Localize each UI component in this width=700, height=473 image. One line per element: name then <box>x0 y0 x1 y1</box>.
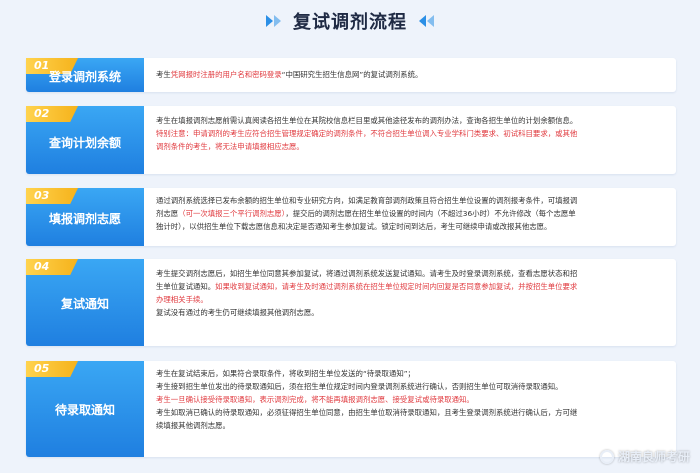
step-card-03: 03 填报调剂志愿 通过调剂系统选择已发布余额的招生单位和专业研究方向，如满足教育部… <box>26 188 676 246</box>
description-line: 通过调剂系统选择已发布余额的招生单位和专业研究方向，如满足教育部调剂政策且符合招… <box>156 194 662 207</box>
description-line: 考生在填报调剂志愿前需认真阅读各招生单位在其院校信息栏目里或其他途径发布的调剂办… <box>156 114 662 127</box>
step-number-badge: 05 <box>26 361 78 377</box>
description-line: 独计时），以供招生单位下载志愿信息和决定是否通知考生参加复试。锁定时间到达后，考… <box>156 220 662 233</box>
weibo-logo-icon <box>599 449 614 464</box>
step-header: 02 查询计划余额 <box>26 106 144 174</box>
step-card-02: 02 查询计划余额 考生在填报调剂志愿前需认真阅读各招生单位在其院校信息栏目里或其他… <box>26 106 676 174</box>
highlight-text: 凭网报时注册的用户名和密码登录 <box>170 70 282 79</box>
page-title-bar: 复试调剂流程 <box>0 6 700 36</box>
description-line: 考生接到招生单位发出的待录取通知后，须在招生单位规定时间内登录调剂系统进行确认，… <box>156 380 662 393</box>
description-line: 复试没有通过的考生仍可继续填报其他调剂志愿。 <box>156 306 662 319</box>
step-description: 考生凭网报时注册的用户名和密码登录“中国研究生招生信息网”的复试调剂系统。 <box>156 68 662 81</box>
step-card-05: 05 待录取通知 考生在复试结束后，如果符合录取条件，将收到招生单位发送的“待录取通… <box>26 361 676 457</box>
highlight-text: 调剂条件的考生，将无法申请填报相应志愿。 <box>156 142 304 151</box>
body-text: 生单位复试通知。 <box>156 282 216 291</box>
body-text: 考生如取消已确认的待录取通知，必须征得招生单位同意，由招生单位取消待录取通知，且… <box>156 408 578 417</box>
body-text: 续填报其他调剂志愿。 <box>156 421 230 430</box>
body-text: 独计时），以供招生单位下载志愿信息和决定是否通知考生参加复试。锁定时间到达后，考… <box>156 222 552 231</box>
description-line: 特别注意：申请调剂的考生应符合招生管理规定确定的调剂条件，不符合招生单位调入专业… <box>156 127 662 140</box>
watermark: 湖南良师考研 <box>599 448 690 465</box>
body-text: 考生在填报调剂志愿前需认真阅读各招生单位在其院校信息栏目里或其他途径发布的调剂办… <box>156 116 578 125</box>
body-text: 剂志愿 <box>156 209 179 218</box>
chevron-right-icon <box>266 15 281 27</box>
step-number-badge: 04 <box>26 259 78 275</box>
description-line: 剂志愿（可一次填报三个平行调剂志愿），提交后的调剂志愿在招生单位设置的时间内（不… <box>156 207 662 220</box>
step-label: 查询计划余额 <box>48 136 121 150</box>
step-label: 待录取通知 <box>54 403 115 417</box>
highlight-text: （可一次填报三个平行调剂志愿） <box>178 209 286 218</box>
description-line: 生单位复试通知。如果收到复试通知，请考生及时通过调剂系统在招生单位规定时间内回复… <box>156 280 662 293</box>
step-header: 03 填报调剂志愿 <box>26 188 144 246</box>
step-description: 通过调剂系统选择已发布余额的招生单位和专业研究方向，如满足教育部调剂政策且符合招… <box>156 194 662 233</box>
highlight-text: 办理相关手续。 <box>156 295 208 304</box>
step-card-01: 01 登录调剂系统 考生凭网报时注册的用户名和密码登录“中国研究生招生信息网”的复试… <box>26 58 676 92</box>
step-label: 填报调剂志愿 <box>48 212 121 226</box>
description-line: 调剂条件的考生，将无法申请填报相应志愿。 <box>156 140 662 153</box>
watermark-text: 湖南良师考研 <box>617 450 690 464</box>
step-number-badge: 02 <box>26 106 78 122</box>
description-line: 考生一旦确认接受待录取通知，表示调剂完成，将不能再填报调剂志愿、接受复试或待录取… <box>156 393 662 406</box>
step-label: 登录调剂系统 <box>48 70 121 84</box>
description-line: 续填报其他调剂志愿。 <box>156 419 662 432</box>
step-description: 考生在复试结束后，如果符合录取条件，将收到招生单位发送的“待录取通知”； 考生接到… <box>156 367 662 432</box>
body-text: 考生提交调剂志愿后，如招生单位同意其参加复试，将通过调剂系统发送复试通知。请考生… <box>156 269 578 278</box>
highlight-text: 考生一旦确认接受待录取通知，表示调剂完成，将不能再填报调剂志愿、接受复试或待录取… <box>156 395 474 404</box>
body-text: “中国研究生招生信息网”的复试调剂系统。 <box>281 70 423 79</box>
body-text: 考生在复试结束后，如果符合录取条件，将收到招生单位发送的“待录取通知”； <box>156 369 415 378</box>
step-number-badge: 03 <box>26 188 78 204</box>
body-text: 考生 <box>156 70 171 79</box>
highlight-text: 如果收到复试通知，请考生及时通过调剂系统在招生单位规定时间内回复是否同意参加复试… <box>215 282 578 291</box>
step-description: 考生提交调剂志愿后，如招生单位同意其参加复试，将通过调剂系统发送复试通知。请考生… <box>156 267 662 319</box>
page-title: 复试调剂流程 <box>293 12 407 33</box>
step-header: 05 待录取通知 <box>26 361 144 457</box>
description-line: 考生凭网报时注册的用户名和密码登录“中国研究生招生信息网”的复试调剂系统。 <box>156 68 662 81</box>
step-card-04: 04 复试通知 考生提交调剂志愿后，如招生单位同意其参加复试，将通过调剂系统发送复试… <box>26 259 676 346</box>
description-line: 办理相关手续。 <box>156 293 662 306</box>
body-text: 复试没有通过的考生仍可继续填报其他调剂志愿。 <box>156 308 319 317</box>
body-text: 通过调剂系统选择已发布余额的招生单位和专业研究方向，如满足教育部调剂政策且符合招… <box>156 196 578 205</box>
body-text: 考生接到招生单位发出的待录取通知后，须在招生单位规定时间内登录调剂系统进行确认，… <box>156 382 563 391</box>
highlight-text: 特别注意：申请调剂的考生应符合招生管理规定确定的调剂条件，不符合招生单位调入专业… <box>156 129 578 138</box>
step-description: 考生在填报调剂志愿前需认真阅读各招生单位在其院校信息栏目里或其他途径发布的调剂办… <box>156 114 662 153</box>
description-line: 考生提交调剂志愿后，如招生单位同意其参加复试，将通过调剂系统发送复试通知。请考生… <box>156 267 662 280</box>
description-line: 考生如取消已确认的待录取通知，必须征得招生单位同意，由招生单位取消待录取通知，且… <box>156 406 662 419</box>
step-header: 01 登录调剂系统 <box>26 58 144 92</box>
step-label: 复试通知 <box>60 297 109 311</box>
body-text: ，提交后的调剂志愿在招生单位设置的时间内（不超过36小时）不允许修改（每个志愿单 <box>285 209 576 218</box>
chevron-left-icon <box>419 15 434 27</box>
description-line: 考生在复试结束后，如果符合录取条件，将收到招生单位发送的“待录取通知”； <box>156 367 662 380</box>
step-header: 04 复试通知 <box>26 259 144 346</box>
